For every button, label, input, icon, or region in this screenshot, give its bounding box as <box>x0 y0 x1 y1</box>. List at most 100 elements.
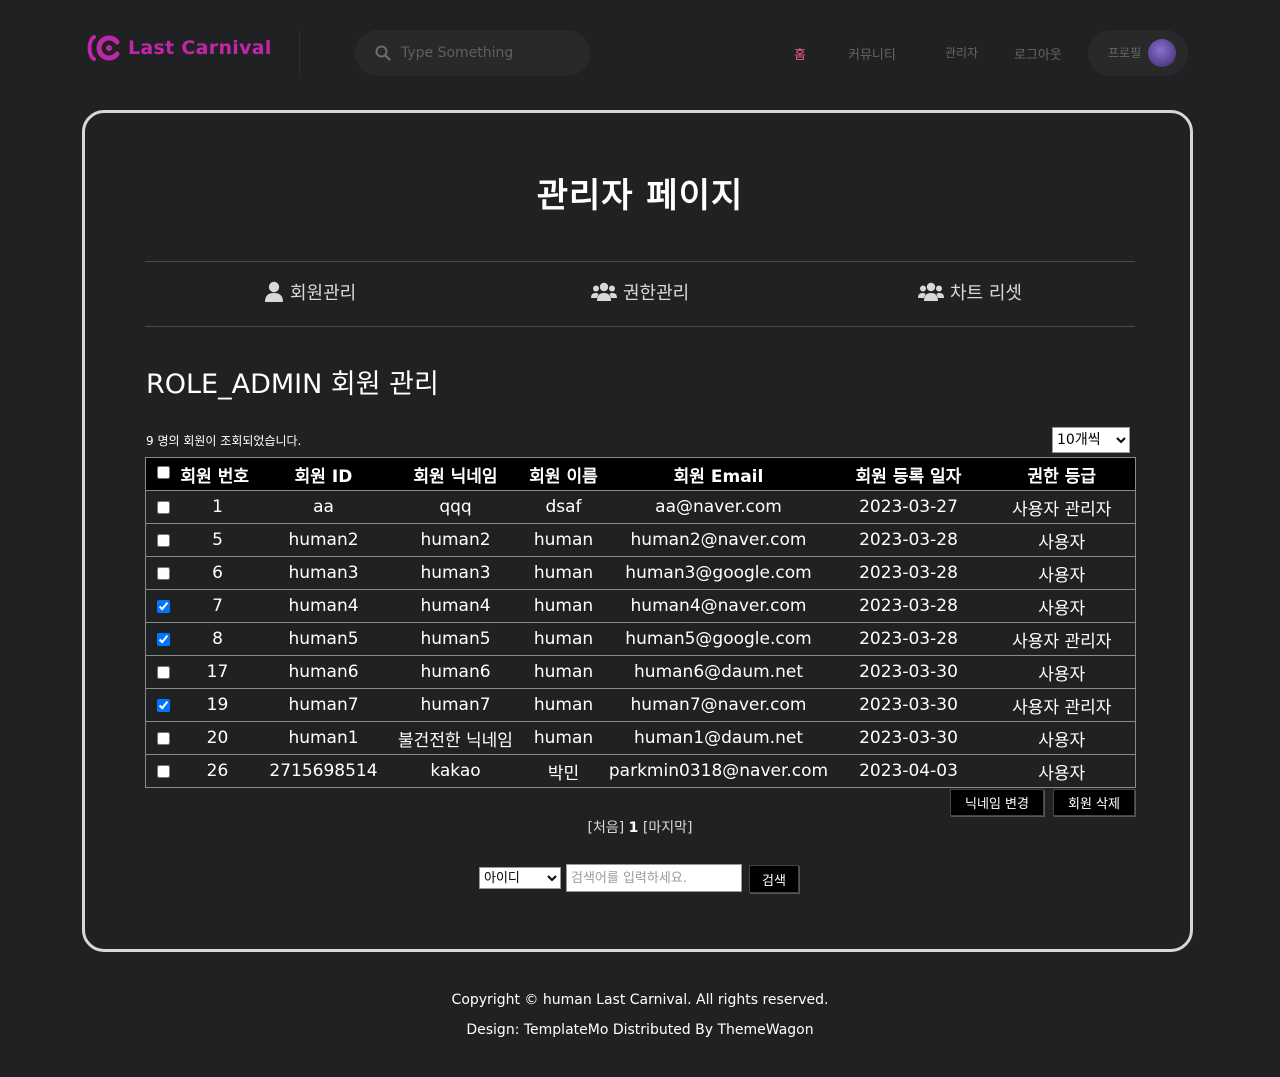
member-id-cell: human2 <box>254 523 393 557</box>
nav-home[interactable]: 홈 <box>794 44 806 63</box>
member-email-cell: parkmin0318@naver.com <box>608 754 829 788</box>
logo-text: Last Carnival <box>128 37 272 59</box>
member-email-cell: human3@google.com <box>608 556 829 590</box>
row-select-cell <box>145 556 181 590</box>
row-select-cell <box>145 688 181 722</box>
pagination-last-link[interactable]: [마지막] <box>643 820 693 836</box>
table-header-row: 회원 번호 회원 ID 회원 닉네임 회원 이름 회원 Email 회원 등록 … <box>145 457 1136 491</box>
pagination-current[interactable]: 1 <box>629 820 639 836</box>
member-nickname-cell: human5 <box>392 622 519 656</box>
nav-admin[interactable]: 관리자 <box>945 44 978 61</box>
table-row: 8 human5 human5 human human5@google.com 2023-… <box>145 622 1136 656</box>
member-register-date-cell: 2023-03-28 <box>828 589 989 623</box>
row-select-cell <box>145 754 181 788</box>
member-name-cell: human <box>518 622 609 656</box>
table-row: 17 human6 human6 human human6@daum.net 2023-0… <box>145 655 1136 689</box>
member-name-cell: 박민 <box>518 754 609 788</box>
row-checkbox[interactable] <box>156 731 170 745</box>
per-page-select[interactable]: 10개씩 <box>1052 427 1130 453</box>
row-checkbox[interactable] <box>156 566 170 580</box>
member-nickname-cell: human2 <box>392 523 519 557</box>
member-nickname-cell: kakao <box>392 754 519 788</box>
member-nickname-cell: human7 <box>392 688 519 722</box>
member-number-cell: 5 <box>180 523 255 557</box>
search-keyword-input[interactable] <box>566 864 742 892</box>
delete-member-button[interactable]: 회원 삭제 <box>1053 789 1135 816</box>
member-register-date-cell: 2023-03-30 <box>828 655 989 689</box>
nav-logout[interactable]: 로그아웃 <box>1014 44 1062 63</box>
row-checkbox[interactable] <box>156 599 170 613</box>
member-role-cell: 사용자 <box>988 589 1136 623</box>
row-checkbox[interactable] <box>156 698 170 712</box>
row-checkbox[interactable] <box>156 500 170 514</box>
row-select-cell <box>145 589 181 623</box>
profile-button[interactable]: 프로필 <box>1088 30 1188 76</box>
member-nickname-cell: human4 <box>392 589 519 623</box>
member-name-cell: human <box>518 523 609 557</box>
row-checkbox[interactable] <box>156 533 170 547</box>
row-select-cell <box>145 490 181 524</box>
tabs-divider-bottom <box>145 326 1135 327</box>
table-body: 1 aa qqq dsaf aa@naver.com 2023-03-27 사용자 관리자 5… <box>145 490 1136 788</box>
search-button[interactable]: 검색 <box>749 865 799 893</box>
section-title: ROLE_ADMIN 회원 관리 <box>146 369 439 400</box>
avatar <box>1148 39 1176 67</box>
member-role-cell: 사용자 <box>988 721 1136 755</box>
member-number-cell: 1 <box>180 490 255 524</box>
tab-permission-management[interactable]: 권한관리 <box>591 279 689 305</box>
member-register-date-cell: 2023-03-30 <box>828 721 989 755</box>
row-checkbox[interactable] <box>156 764 170 778</box>
member-role-cell: 사용자 <box>988 556 1136 590</box>
row-checkbox[interactable] <box>156 665 170 679</box>
member-number-cell: 26 <box>180 754 255 788</box>
pagination-first-link[interactable]: [처음] <box>588 820 625 836</box>
member-register-date-cell: 2023-03-28 <box>828 622 989 656</box>
tab-label: 회원관리 <box>290 283 357 304</box>
nav-community[interactable]: 커뮤니티 <box>848 44 896 63</box>
member-number-cell: 17 <box>180 655 255 689</box>
column-header: 회원 번호 <box>180 457 255 491</box>
header-search-input[interactable] <box>399 44 573 62</box>
search-type-select[interactable]: 아이디 <box>479 867 561 889</box>
member-nickname-cell: human3 <box>392 556 519 590</box>
table-row: 7 human4 human4 human human4@naver.com 2023-0… <box>145 589 1136 623</box>
logo-mark-icon <box>87 35 120 61</box>
select-all-checkbox[interactable] <box>156 466 170 479</box>
member-role-cell: 사용자 <box>988 523 1136 557</box>
footer-design-credit: Design: TemplateMo Distributed By ThemeW… <box>466 1022 814 1038</box>
profile-label: 프로필 <box>1108 46 1142 60</box>
tab-chart-reset[interactable]: 차트 리셋 <box>918 279 1022 305</box>
page-title: 관리자 페이지 <box>536 176 744 216</box>
column-header: 회원 ID <box>254 457 393 491</box>
column-header: 회원 닉네임 <box>392 457 519 491</box>
result-count: 9 명의 회원이 조회되었습니다. <box>146 434 302 448</box>
row-select-cell <box>145 655 181 689</box>
member-email-cell: human4@naver.com <box>608 589 829 623</box>
member-role-cell: 사용자 <box>988 655 1136 689</box>
member-nickname-cell: 불건전한 닉네임 <box>392 721 519 755</box>
header-search[interactable] <box>355 30 590 76</box>
tab-label: 차트 리셋 <box>950 283 1022 304</box>
table-row: 6 human3 human3 human human3@google.com 2023-… <box>145 556 1136 590</box>
row-checkbox[interactable] <box>156 632 170 646</box>
change-nickname-button[interactable]: 닉네임 변경 <box>950 789 1044 816</box>
member-id-cell: human3 <box>254 556 393 590</box>
row-select-cell <box>145 721 181 755</box>
member-name-cell: human <box>518 589 609 623</box>
member-name-cell: dsaf <box>518 490 609 524</box>
member-register-date-cell: 2023-03-30 <box>828 688 989 722</box>
member-register-date-cell: 2023-04-03 <box>828 754 989 788</box>
top-header: Last Carnival 홈 커뮤니티 관리자 로그아웃 프로필 <box>0 0 1280 105</box>
member-email-cell: human6@daum.net <box>608 655 829 689</box>
logo[interactable]: Last Carnival <box>86 33 272 63</box>
member-number-cell: 19 <box>180 688 255 722</box>
member-id-cell: aa <box>254 490 393 524</box>
tab-member-management[interactable]: 회원관리 <box>264 279 356 305</box>
member-email-cell: human2@naver.com <box>608 523 829 557</box>
member-table: 회원 번호 회원 ID 회원 닉네임 회원 이름 회원 Email 회원 등록 … <box>145 457 1136 788</box>
tab-label: 권한관리 <box>623 283 690 304</box>
member-name-cell: human <box>518 688 609 722</box>
header-divider <box>299 30 300 78</box>
footer-copyright: Copyright © human Last Carnival. All rig… <box>451 992 829 1008</box>
member-register-date-cell: 2023-03-28 <box>828 523 989 557</box>
